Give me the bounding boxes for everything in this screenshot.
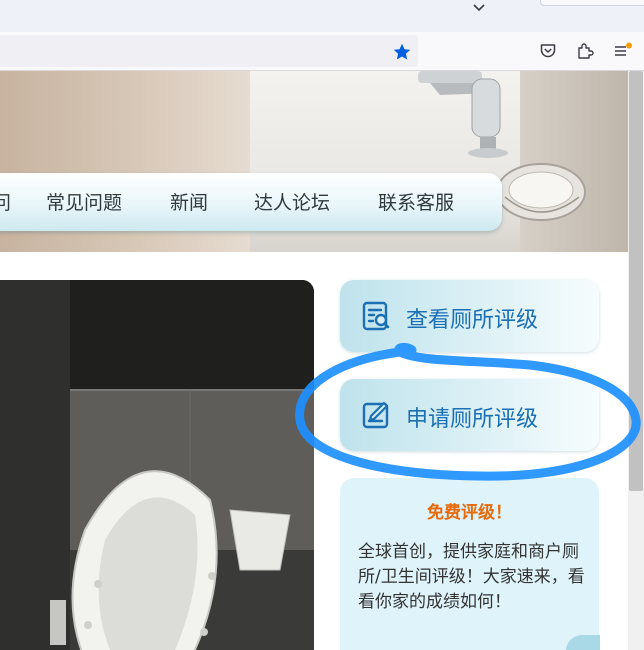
apply-rating-button[interactable]: 申请厕所评级: [340, 379, 599, 451]
promo-body: 全球首创，提供家庭和商户厕所/卫生间评级！大家速来，看看你家的成绩如何！: [358, 542, 585, 612]
nav-item-faq[interactable]: 常见问题: [46, 191, 122, 215]
address-bar[interactable]: [0, 35, 418, 67]
promo-title: 免费评级！: [427, 503, 512, 523]
scrollbar-thumb[interactable]: [629, 71, 643, 491]
faucet-image: [418, 71, 508, 158]
edit-document-icon: [362, 401, 389, 429]
main-navigation: 问 常见问题 新闻 达人论坛 联系客服: [0, 173, 502, 231]
toilet-photo: [0, 280, 314, 650]
soap-dish-image: [496, 163, 586, 221]
document-search-icon: [362, 301, 390, 331]
apply-rating-label: 申请厕所评级: [406, 407, 539, 432]
page-viewport: 问 常见问题 新闻 达人论坛 联系客服 查看厕所评级 申请厕所评级 免费评级！ …: [0, 71, 628, 650]
nav-item-contact[interactable]: 联系客服: [378, 191, 454, 215]
nav-item-forum[interactable]: 达人论坛: [254, 191, 330, 215]
view-rating-button[interactable]: 查看厕所评级: [340, 280, 599, 352]
active-tab[interactable]: [540, 0, 644, 6]
nav-item-news[interactable]: 新闻: [170, 191, 208, 215]
chevron-down-icon[interactable]: [468, 2, 490, 18]
extensions-icon[interactable]: [576, 42, 594, 60]
promo-card: 免费评级！ 全球首创，提供家庭和商户厕所/卫生间评级！大家速来，看看你家的成绩如…: [340, 478, 599, 650]
view-rating-label: 查看厕所评级: [406, 308, 539, 333]
pocket-icon[interactable]: [539, 42, 557, 60]
browser-toolbar: [0, 32, 644, 71]
tab-strip: [0, 0, 644, 32]
header-banner: 问 常见问题 新闻 达人论坛 联系客服: [0, 71, 628, 252]
star-icon[interactable]: [392, 42, 412, 62]
menu-icon[interactable]: [612, 42, 632, 60]
nav-item-partial[interactable]: 问: [0, 191, 11, 215]
